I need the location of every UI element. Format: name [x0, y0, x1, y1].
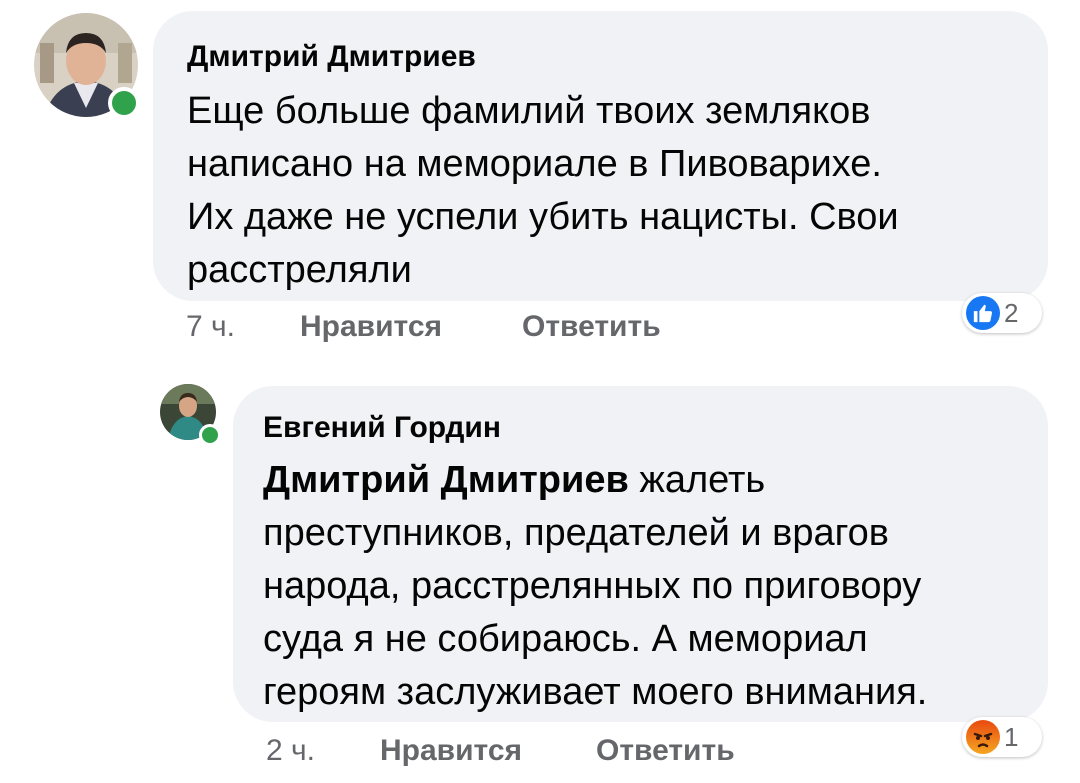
comment-author[interactable]: Дмитрий Дмитриев	[187, 39, 1012, 75]
comment-text-line: Еще больше фамилий твоих земляков	[187, 90, 871, 132]
online-status-dot	[199, 424, 221, 446]
comment-text-line: Их даже не успели убить нацисты. Свои	[187, 196, 899, 238]
reaction-summary-1[interactable]: 2	[962, 293, 1042, 333]
angry-icon	[966, 720, 1000, 754]
reaction-summary-2[interactable]: 1	[962, 717, 1042, 757]
mention-link[interactable]: Дмитрий Дмитриев	[263, 459, 629, 501]
reaction-count: 1	[1004, 721, 1019, 752]
reply-button[interactable]: Ответить	[522, 310, 661, 344]
comment-actions-1: 7 ч. Нравится Ответить	[186, 310, 786, 350]
comment-text-line: суда я не собираюсь. А мемориал	[263, 618, 868, 660]
like-icon	[966, 296, 1000, 330]
avatar-gordin[interactable]	[160, 384, 221, 446]
comment-text-line: написано на мемориале в Пивоварихе.	[187, 143, 882, 185]
comment-text-first-line: Дмитрий Дмитриев жалеть	[263, 454, 1018, 507]
comment-timestamp[interactable]: 7 ч.	[186, 310, 235, 344]
comment-actions-2: 2 ч. Нравится Ответить	[266, 734, 866, 774]
like-button[interactable]: Нравится	[380, 734, 522, 768]
online-status-dot	[108, 87, 140, 119]
comment-text-line: народа, расстрелянных по приговору	[263, 565, 922, 607]
avatar-dmitriev[interactable]	[34, 13, 140, 119]
comment-timestamp[interactable]: 2 ч.	[266, 734, 315, 768]
comment-text-line: расстреляли	[187, 249, 412, 291]
comment-author[interactable]: Евгений Гордин	[263, 410, 1018, 446]
comment-text-line: героям заслуживает моего внимания.	[263, 671, 928, 713]
reaction-count: 2	[1004, 297, 1019, 328]
comment-bubble-1[interactable]: Дмитрий Дмитриев Еще больше фамилий твои…	[153, 11, 1048, 301]
reply-button[interactable]: Ответить	[596, 734, 735, 768]
comment-text-fragment: жалеть	[628, 459, 766, 501]
like-button[interactable]: Нравится	[300, 310, 442, 344]
comment-text-line: преступников, предателей и врагов	[263, 512, 889, 554]
comment-bubble-2[interactable]: Евгений Гордин Дмитрий Дмитриев жалеть п…	[233, 386, 1048, 722]
